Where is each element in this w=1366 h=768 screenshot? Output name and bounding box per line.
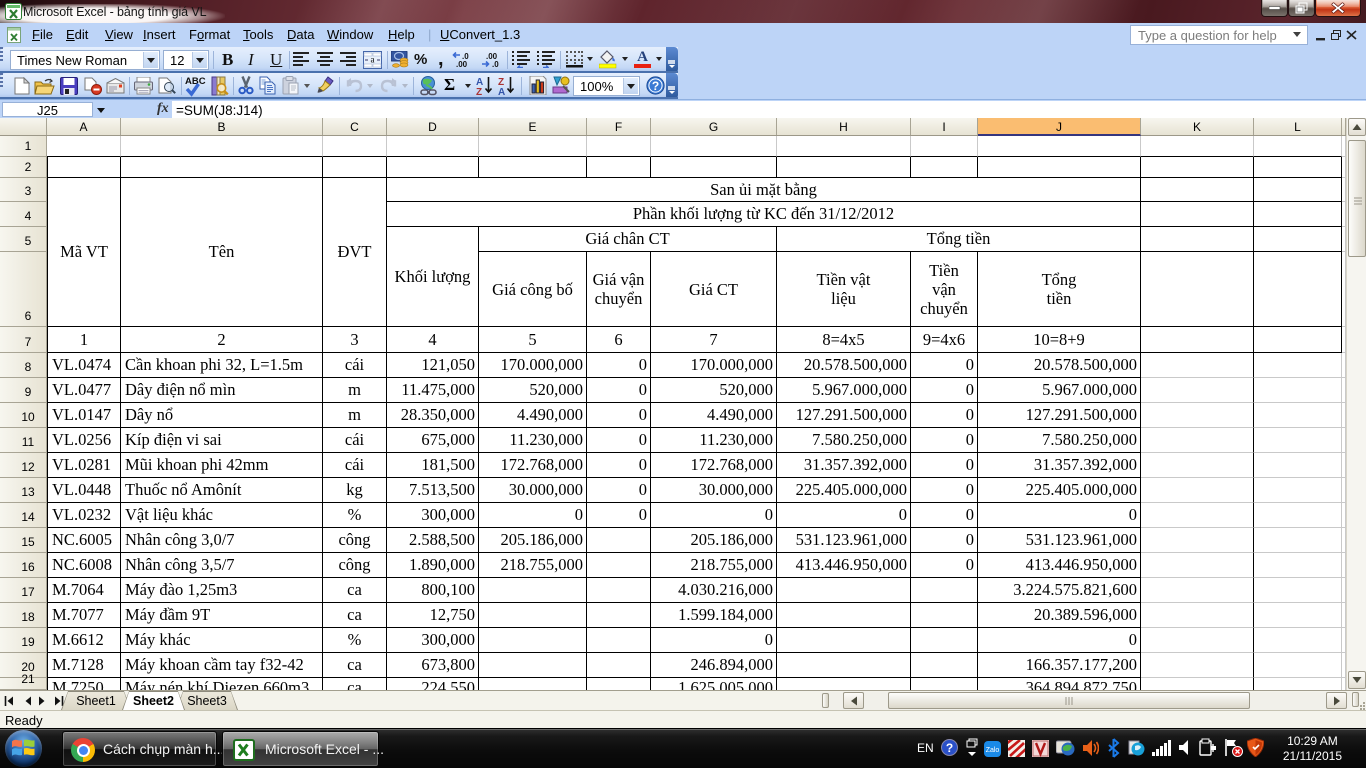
svg-text:Z: Z — [476, 87, 482, 96]
svg-text:ABC: ABC — [185, 76, 206, 87]
svg-text:Zalo: Zalo — [986, 747, 1000, 754]
svg-text:A: A — [498, 87, 505, 96]
svg-text:?: ? — [946, 741, 953, 755]
svg-text:.00: .00 — [456, 60, 468, 69]
svg-text:.0: .0 — [492, 60, 499, 69]
svg-text:?: ? — [652, 79, 659, 93]
svg-text:a: a — [371, 55, 375, 65]
